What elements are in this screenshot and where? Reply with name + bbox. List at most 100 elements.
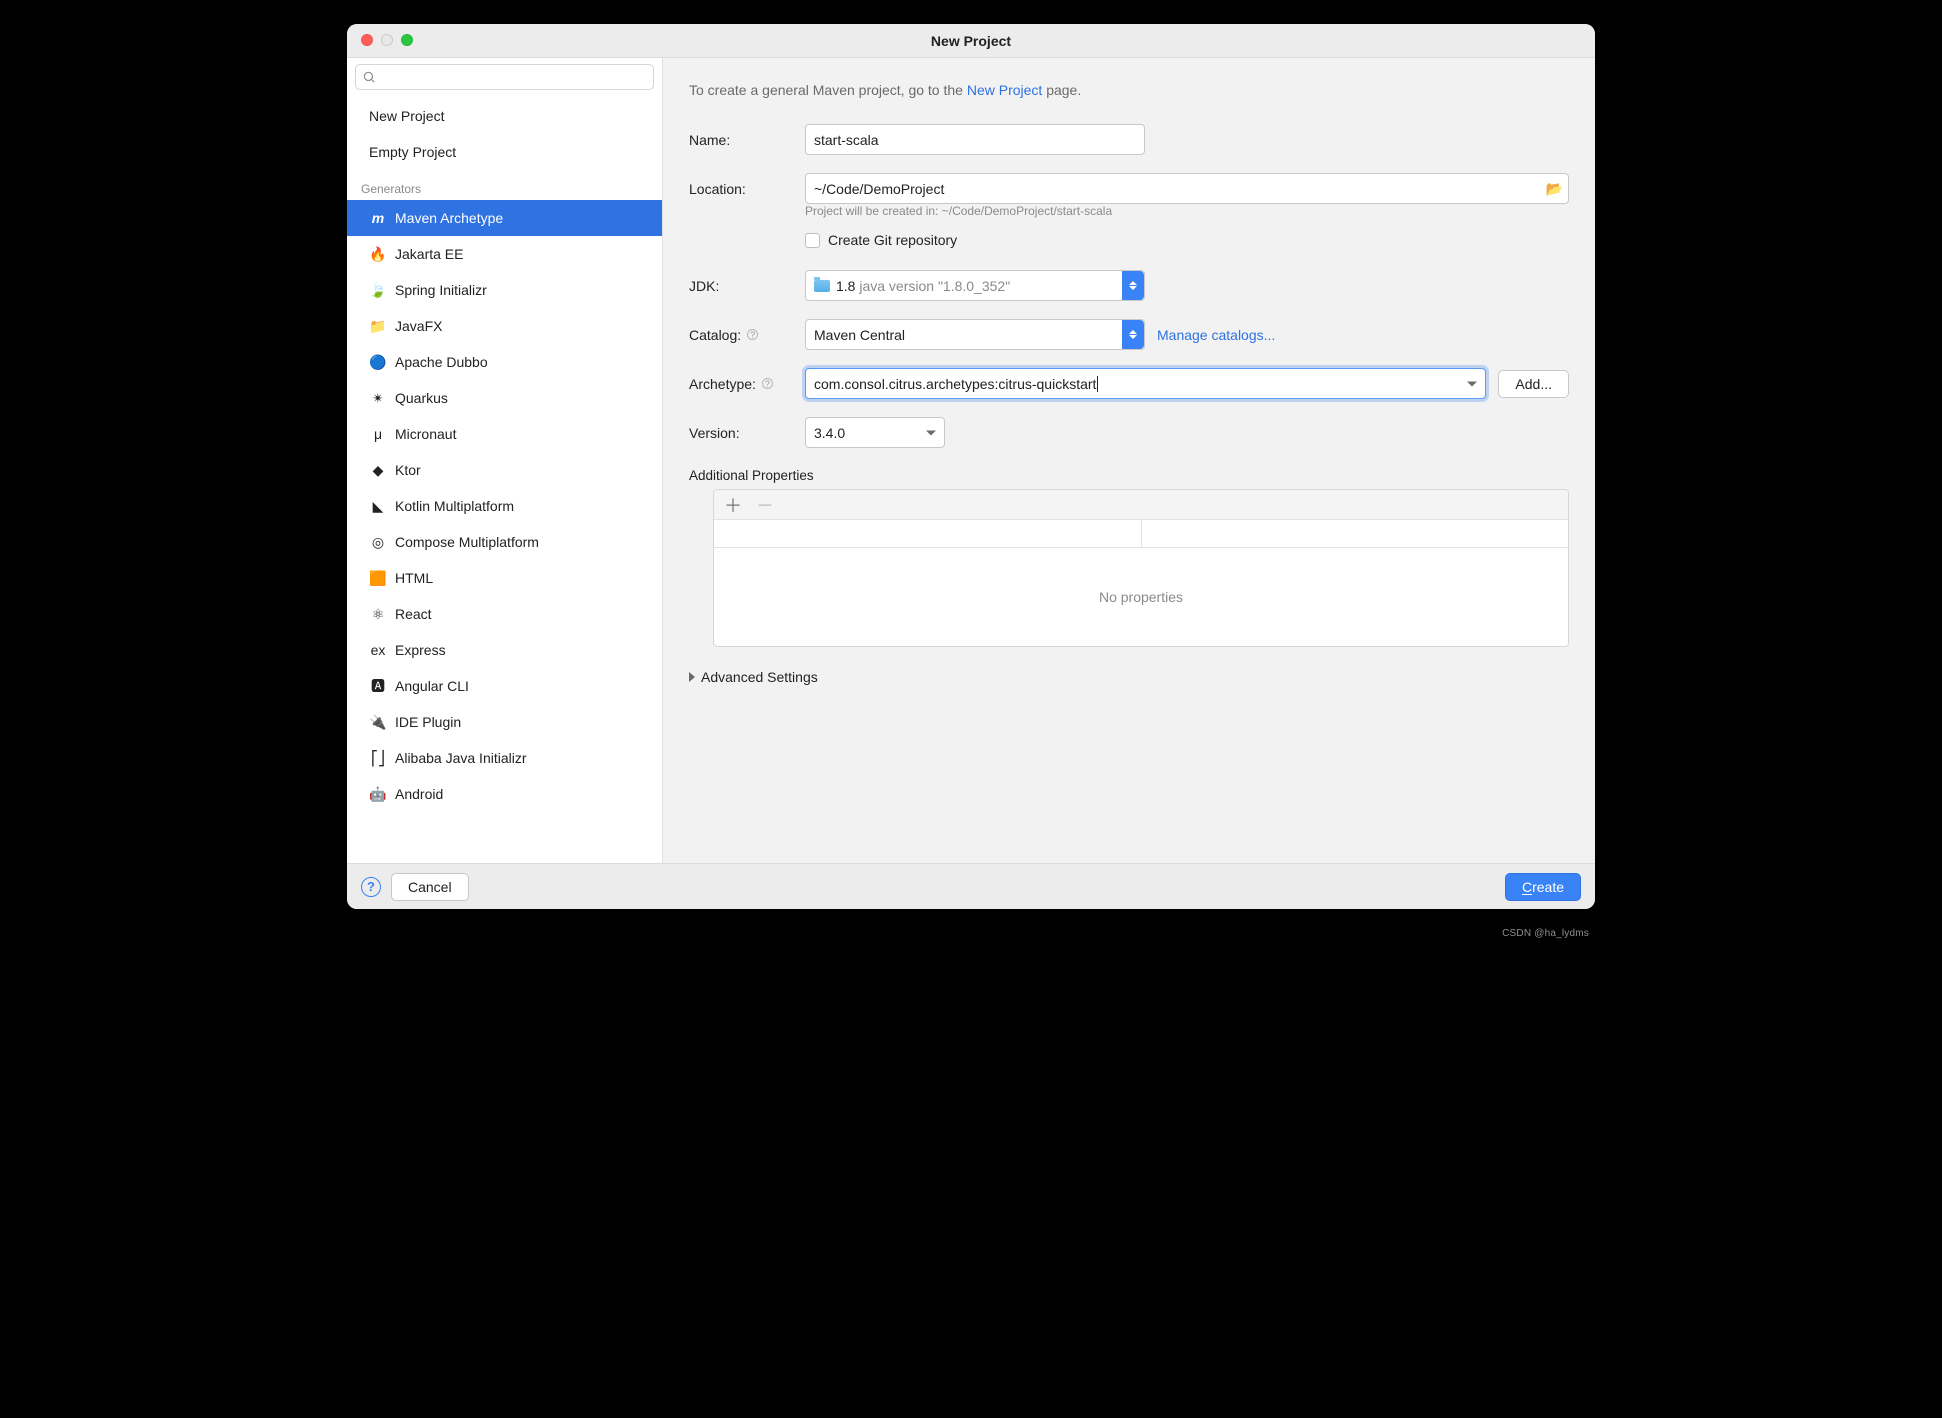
sidebar-item-label: Apache Dubbo: [395, 354, 488, 370]
sidebar-item-label: Android: [395, 786, 443, 802]
jdk-label: JDK:: [689, 278, 805, 294]
location-input[interactable]: ~/Code/DemoProject: [805, 173, 1569, 204]
manage-catalogs-link[interactable]: Manage catalogs...: [1157, 327, 1275, 343]
git-label: Create Git repository: [828, 232, 957, 248]
remove-property-button[interactable]: －: [756, 492, 774, 518]
jdk-folder-icon: [814, 280, 830, 292]
version-select[interactable]: 3.4.0: [805, 417, 945, 448]
catalog-select[interactable]: Maven Central: [805, 319, 1145, 350]
sidebar-item-label: Angular CLI: [395, 678, 469, 694]
generator-icon: ◣: [369, 498, 387, 515]
sidebar-item[interactable]: ⚛ React: [347, 596, 662, 632]
minimize-window-button[interactable]: [381, 34, 393, 46]
sidebar-item[interactable]: ◣ Kotlin Multiplatform: [347, 488, 662, 524]
sidebar-item[interactable]: 📁 JavaFX: [347, 308, 662, 344]
new-project-link[interactable]: New Project: [967, 82, 1042, 98]
browse-folder-icon[interactable]: 📂: [1546, 180, 1563, 197]
sidebar-item[interactable]: exExpress: [347, 632, 662, 668]
sidebar-item-label: Kotlin Multiplatform: [395, 498, 514, 514]
generator-icon: 🅰: [369, 676, 387, 696]
sidebar-item[interactable]: ✴ Quarkus: [347, 380, 662, 416]
catalog-value: Maven Central: [814, 327, 905, 343]
generator-icon: ✴: [369, 390, 387, 407]
sidebar-item-label: Quarkus: [395, 390, 448, 406]
sidebar-item-label: HTML: [395, 570, 433, 586]
main-panel: To create a general Maven project, go to…: [663, 58, 1595, 863]
chevron-down-icon: [926, 430, 936, 435]
sidebar-item-label: Micronaut: [395, 426, 456, 442]
sidebar-item-label: IDE Plugin: [395, 714, 461, 730]
sidebar-item[interactable]: 🟧 HTML: [347, 560, 662, 596]
add-label: Add...: [1515, 376, 1552, 392]
git-checkbox[interactable]: [805, 233, 820, 248]
generator-icon: 🤖: [369, 786, 387, 803]
catalog-help-icon[interactable]: ?: [747, 329, 758, 340]
archetype-input[interactable]: com.consol.citrus.archetypes:citrus-quic…: [805, 368, 1486, 399]
sidebar-item[interactable]: New Project: [347, 98, 662, 134]
sidebar-item-label: Compose Multiplatform: [395, 534, 539, 550]
generator-icon: 📁: [369, 318, 387, 335]
archetype-label-wrap: Archetype: ?: [689, 376, 805, 392]
sidebar-item-label: JavaFX: [395, 318, 442, 334]
name-value: start-scala: [814, 132, 879, 148]
chevron-right-icon: [689, 672, 695, 682]
help-button[interactable]: ?: [361, 877, 381, 897]
sidebar-item[interactable]: ◆Ktor: [347, 452, 662, 488]
sidebar-item[interactable]: 🔵Apache Dubbo: [347, 344, 662, 380]
version-label: Version:: [689, 425, 805, 441]
sidebar-item-label: Empty Project: [369, 144, 456, 160]
text-cursor: [1097, 376, 1098, 392]
sidebar-item[interactable]: Empty Project: [347, 134, 662, 170]
sidebar-item[interactable]: 🔌 IDE Plugin: [347, 704, 662, 740]
name-label: Name:: [689, 132, 805, 148]
generator-icon: 🟧: [369, 570, 387, 587]
sidebar-item[interactable]: mMaven Archetype: [347, 200, 662, 236]
name-input[interactable]: start-scala: [805, 124, 1145, 155]
generator-icon: 🍃: [369, 282, 387, 299]
window-controls: [361, 34, 413, 46]
properties-col-2: [1142, 520, 1569, 547]
chevron-down-icon: [1467, 381, 1477, 386]
archetype-help-icon[interactable]: ?: [762, 378, 773, 389]
generator-icon: ⚛: [369, 606, 387, 623]
sidebar-item[interactable]: ◎Compose Multiplatform: [347, 524, 662, 560]
generator-icon: 🔥: [369, 246, 387, 263]
properties-header: [714, 520, 1568, 548]
archetype-value: com.consol.citrus.archetypes:citrus-quic…: [814, 376, 1096, 392]
maximize-window-button[interactable]: [401, 34, 413, 46]
titlebar: New Project: [347, 24, 1595, 58]
sidebar-item[interactable]: 🅰 Angular CLI: [347, 668, 662, 704]
location-value: ~/Code/DemoProject: [814, 181, 944, 197]
sidebar-item-label: Jakarta EE: [395, 246, 463, 262]
sidebar-item[interactable]: μMicronaut: [347, 416, 662, 452]
add-archetype-button[interactable]: Add...: [1498, 370, 1569, 398]
watermark: CSDN @ha_lydms: [1502, 928, 1589, 939]
new-project-window: New Project New ProjectEmpty ProjectGene…: [347, 24, 1595, 909]
close-window-button[interactable]: [361, 34, 373, 46]
generator-icon: ex: [369, 642, 387, 658]
properties-col-1: [714, 520, 1142, 547]
sidebar: New ProjectEmpty ProjectGeneratorsmMaven…: [347, 58, 663, 863]
cancel-button[interactable]: Cancel: [391, 873, 469, 901]
catalog-label-wrap: Catalog: ?: [689, 327, 805, 343]
generator-icon: 🔌: [369, 714, 387, 731]
location-label: Location:: [689, 181, 805, 197]
sidebar-search-input[interactable]: [355, 64, 654, 90]
jdk-detail: java version "1.8.0_352": [859, 278, 1010, 294]
add-property-button[interactable]: ＋: [724, 492, 742, 518]
intro-prefix: To create a general Maven project, go to…: [689, 82, 967, 98]
sidebar-item[interactable]: 🍃Spring Initializr: [347, 272, 662, 308]
advanced-settings-toggle[interactable]: Advanced Settings: [689, 669, 1569, 685]
sidebar-item[interactable]: 🤖 Android: [347, 776, 662, 812]
create-button[interactable]: Create: [1505, 873, 1581, 901]
properties-toolbar: ＋ －: [714, 490, 1568, 520]
sidebar-item[interactable]: ⎡⎦Alibaba Java Initializr: [347, 740, 662, 776]
generator-icon: ⎡⎦: [369, 750, 387, 767]
sidebar-item-label: React: [395, 606, 432, 622]
properties-table: ＋ － No properties: [713, 489, 1569, 647]
cancel-label: Cancel: [408, 879, 452, 895]
search-icon: [362, 70, 376, 84]
jdk-select[interactable]: 1.8 java version "1.8.0_352": [805, 270, 1145, 301]
sidebar-item[interactable]: 🔥 Jakarta EE: [347, 236, 662, 272]
sidebar-item-label: Ktor: [395, 462, 421, 478]
